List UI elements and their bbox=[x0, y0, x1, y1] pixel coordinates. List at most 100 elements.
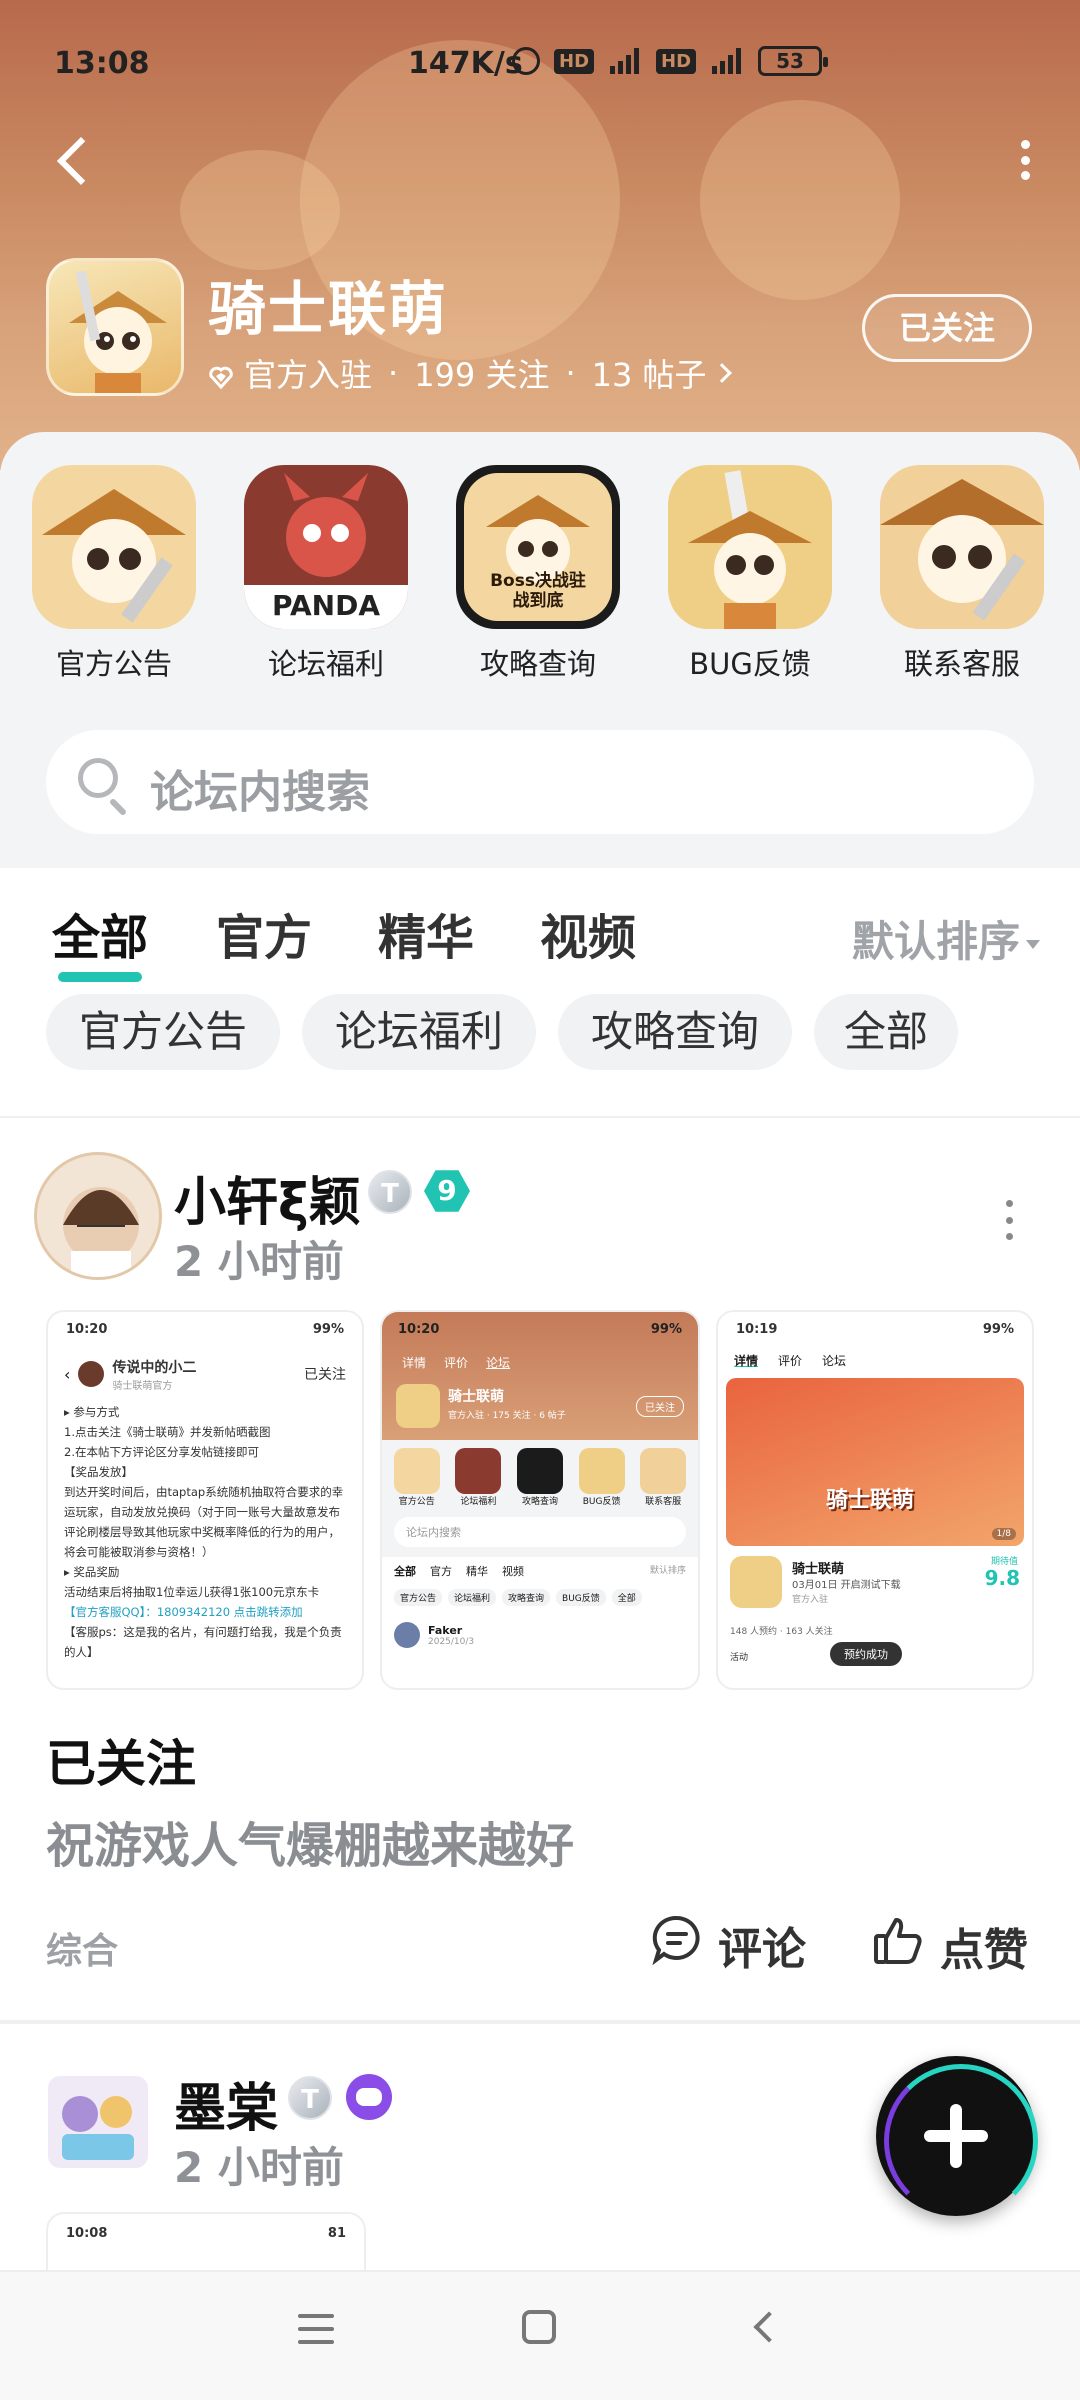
verified-heart-icon bbox=[208, 360, 234, 390]
post-time: 2 小时前 bbox=[174, 1237, 344, 1286]
tab-featured[interactable]: 精华 bbox=[378, 898, 474, 968]
thumbs-up-icon bbox=[870, 1912, 926, 1979]
mini-text-line: 运玩家，自动发放兑换码（对于同一账号大量故意发布 bbox=[64, 1505, 340, 1519]
chip-guide[interactable]: 攻略查询 bbox=[558, 994, 792, 1070]
recents-button[interactable] bbox=[298, 2314, 334, 2344]
chevron-right-icon bbox=[711, 363, 732, 383]
divider bbox=[0, 1116, 1080, 1118]
tab-official[interactable]: 官方 bbox=[216, 898, 312, 968]
plus-icon bbox=[950, 2104, 962, 2168]
mini-text-line: 【奖品发放】 bbox=[64, 1465, 133, 1479]
mini-text-line: 活动结束后将抽取1位幸运儿获得1张100元京东卡 bbox=[64, 1585, 320, 1599]
meta-separator: · bbox=[388, 354, 399, 392]
shortcut-bug-feedback[interactable]: BUG反馈 bbox=[668, 465, 832, 683]
gamer-badge-icon bbox=[346, 2074, 392, 2120]
post-author[interactable]: 小轩ξ颖 bbox=[174, 1160, 361, 1235]
mini-status-bar: 10:20 99% bbox=[66, 1322, 344, 1337]
post-image[interactable]: 10:20 99% ‹ 传说中的小二 骑士联萌官方 已关注 ▸ 参与方式 1.点击关… bbox=[46, 1310, 364, 1690]
shortcut-guide[interactable]: Boss决战驻战到底 攻略查询 bbox=[456, 465, 620, 683]
avatar[interactable] bbox=[34, 1152, 162, 1280]
shortcut-customer-service[interactable]: 联系客服 bbox=[880, 465, 1044, 683]
mini-text-line: 到达开奖时间后，由taptap系统随机抽取符合要求的幸 bbox=[64, 1485, 344, 1499]
shortcut-forum-welfare[interactable]: PANDA 论坛福利 bbox=[244, 465, 408, 683]
mini-post-text: ▸ 参与方式 1.点击关注《骑士联萌》并发新帖晒截图 2.在本帖下方评论区分享发帖链… bbox=[48, 1396, 362, 1668]
panda-hat-icon bbox=[880, 465, 1044, 629]
post-image[interactable]: 10:19 99% 详情 评价 论坛 骑士联萌 1/8 骑士联萌 03月01日 开启测… bbox=[716, 1310, 1034, 1690]
boss-guide-icon: Boss决战驻战到底 bbox=[456, 465, 620, 629]
post-time: 2 小时前 bbox=[174, 2143, 344, 2192]
shortcut-official-notice[interactable]: 官方公告 bbox=[32, 465, 196, 683]
signal-icon bbox=[608, 48, 642, 74]
post-image[interactable]: 10:20 99% 详情 评价 论坛 骑士联萌 官方入驻 · 175 关注 · 6 帖… bbox=[380, 1310, 700, 1690]
followers-count[interactable]: 199 关注 bbox=[414, 350, 549, 396]
post-more-button[interactable] bbox=[1002, 1200, 1016, 1240]
mini-avatar bbox=[78, 1361, 105, 1387]
post-image-preview[interactable]: 10:08 81 bbox=[46, 2212, 366, 2270]
verified-badge-icon: T bbox=[288, 2076, 332, 2120]
mini-text-line: 评论刷楼层导致其他玩家中奖概率降低的行为的用户， bbox=[64, 1525, 340, 1539]
home-button[interactable] bbox=[522, 2310, 556, 2344]
alarm-icon bbox=[512, 47, 540, 75]
shortcut-icon-text: Boss决战驻战到底 bbox=[490, 571, 586, 611]
panda-dragon-icon: PANDA bbox=[244, 465, 408, 629]
avatar[interactable] bbox=[42, 2066, 154, 2178]
back-button[interactable] bbox=[50, 130, 100, 190]
battery-icon: 53 bbox=[758, 46, 829, 76]
shortcut-label: 官方公告 bbox=[55, 647, 172, 681]
mini-text-line: 的人】 bbox=[64, 1645, 99, 1659]
tab-video[interactable]: 视频 bbox=[540, 898, 636, 968]
feed-tabs: 全部 官方 精华 视频 默认排序 bbox=[0, 898, 1080, 982]
hd-icon: HD bbox=[656, 48, 697, 74]
posts-count[interactable]: 13 帖子 bbox=[592, 350, 707, 396]
mini-text-line: 【官方客服QQ】：1809342120 点击跳转添加 bbox=[64, 1605, 303, 1619]
mini-text-line: ▸ 参与方式 bbox=[64, 1405, 120, 1419]
forum-icon bbox=[46, 258, 184, 396]
status-bar: 13:08 147K/s HD HD 53 bbox=[0, 40, 1080, 90]
signal-icon bbox=[710, 48, 744, 74]
system-back-button[interactable] bbox=[753, 2311, 785, 2343]
comment-icon bbox=[650, 1912, 704, 1977]
more-menu-button[interactable] bbox=[1010, 140, 1040, 180]
banner-art bbox=[180, 150, 340, 270]
like-label: 点赞 bbox=[940, 1924, 1028, 1976]
mini-header: ‹ 传说中的小二 骑士联萌官方 已关注 bbox=[64, 1359, 346, 1392]
official-label: 官方入驻 bbox=[244, 356, 373, 394]
shortcut-label: BUG反馈 bbox=[689, 647, 811, 681]
search-input[interactable]: 论坛内搜索 bbox=[46, 730, 1034, 834]
mini-status-bar: 10:19 99% bbox=[736, 1322, 1014, 1337]
shortcut-label: 联系客服 bbox=[903, 647, 1020, 681]
post-title[interactable]: 已关注 bbox=[46, 1724, 196, 1796]
verified-badge-icon: T bbox=[368, 1170, 412, 1214]
forum-title: 骑士联萌 bbox=[208, 275, 449, 343]
comment-button[interactable]: 评论 bbox=[650, 1912, 806, 1977]
create-post-button[interactable] bbox=[876, 2056, 1038, 2218]
follow-button[interactable]: 已关注 bbox=[862, 294, 1032, 362]
chip-forum-welfare[interactable]: 论坛福利 bbox=[302, 994, 536, 1070]
chip-all[interactable]: 全部 bbox=[814, 994, 958, 1070]
post-author[interactable]: 墨棠 bbox=[174, 2066, 278, 2141]
mini-text-line: 将会可能被取消参与资格！） bbox=[64, 1545, 214, 1559]
sort-dropdown[interactable]: 默认排序 bbox=[852, 908, 1040, 969]
mini-text-line: 2.在本帖下方评论区分享发帖链接即可 bbox=[64, 1445, 259, 1459]
mini-text-line: ▸ 奖品奖励 bbox=[64, 1565, 120, 1579]
status-icons: HD HD 53 bbox=[512, 46, 829, 76]
post-category[interactable]: 综合 bbox=[46, 1922, 118, 1974]
tab-all[interactable]: 全部 bbox=[52, 898, 148, 982]
hd-icon: HD bbox=[554, 48, 595, 74]
meta-separator: · bbox=[565, 354, 576, 392]
panda-knight-icon bbox=[32, 465, 196, 629]
post-body[interactable]: 祝游戏人气爆棚越来越好 bbox=[46, 1806, 574, 1876]
search-icon bbox=[78, 758, 118, 798]
like-button[interactable]: 点赞 bbox=[870, 1912, 1028, 1979]
search-placeholder: 论坛内搜索 bbox=[150, 767, 370, 818]
forum-meta: 官方入驻 · 199 关注 · 13 帖子 bbox=[208, 350, 732, 396]
network-speed: 147K/s bbox=[408, 46, 523, 81]
mini-text-line: 【客服ps：这是我的名片，有问题打给我，我是个负责 bbox=[64, 1625, 342, 1639]
forum-banner: 13:08 147K/s HD HD 53 骑士联萌 官方入驻 · 199 关注… bbox=[0, 0, 1080, 470]
shortcut-label: 论坛福利 bbox=[267, 647, 384, 681]
chip-official-notice[interactable]: 官方公告 bbox=[46, 994, 280, 1070]
mini-text-line: 1.点击关注《骑士联萌》并发新帖晒截图 bbox=[64, 1425, 271, 1439]
status-time: 13:08 bbox=[54, 46, 150, 81]
shortcut-icon-text: PANDA bbox=[272, 589, 380, 622]
mini-tabs: 详情 评价 论坛 bbox=[734, 1354, 847, 1368]
